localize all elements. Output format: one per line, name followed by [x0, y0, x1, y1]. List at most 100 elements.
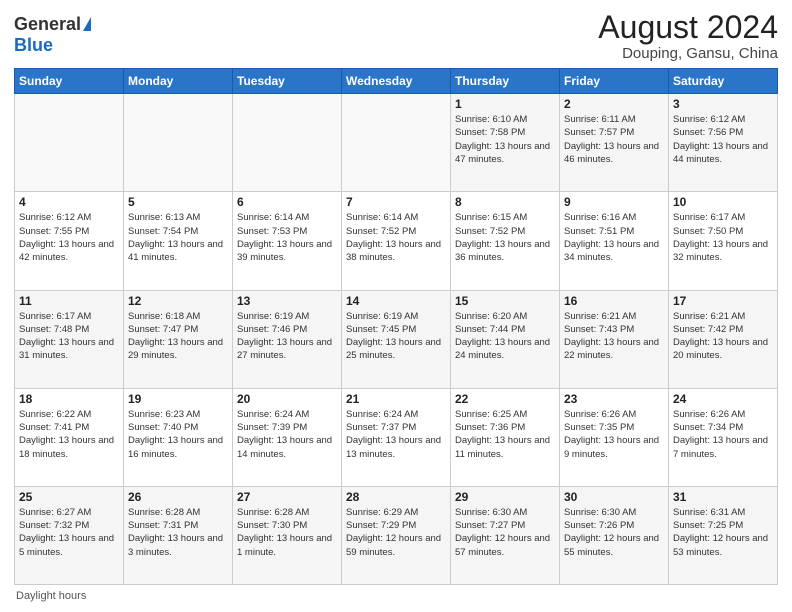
calendar-cell: 20 Sunrise: 6:24 AM Sunset: 7:39 PM Dayli… [233, 388, 342, 486]
calendar-cell: 31 Sunrise: 6:31 AM Sunset: 7:25 PM Dayli… [669, 486, 778, 584]
day-info: Sunrise: 6:21 AM Sunset: 7:43 PM Dayligh… [564, 310, 664, 363]
calendar-cell: 30Sunrise: 6:30 AM Sunset: 7:26 PM Dayli… [560, 486, 669, 584]
day-info: Sunrise: 6:17 AM Sunset: 7:48 PM Dayligh… [19, 310, 119, 363]
calendar-week-row: 4 Sunrise: 6:12 AM Sunset: 7:55 PM Daylig… [15, 192, 778, 290]
day-info: Sunrise: 6:27 AM Sunset: 7:32 PM Dayligh… [19, 506, 119, 559]
day-info: Sunrise: 6:26 AM Sunset: 7:34 PM Dayligh… [673, 408, 773, 461]
calendar-cell: 16 Sunrise: 6:21 AM Sunset: 7:43 PM Dayli… [560, 290, 669, 388]
day-number: 8 [455, 195, 555, 209]
day-number: 25 [19, 490, 119, 504]
calendar-cell [342, 94, 451, 192]
calendar-cell [124, 94, 233, 192]
day-info: Sunrise: 6:23 AM Sunset: 7:40 PM Dayligh… [128, 408, 228, 461]
calendar-header: SundayMondayTuesdayWednesdayThursdayFrid… [15, 69, 778, 94]
day-number: 28 [346, 490, 446, 504]
day-number: 2 [564, 97, 664, 111]
day-number: 5 [128, 195, 228, 209]
day-number: 3 [673, 97, 773, 111]
subtitle: Douping, Gansu, China [598, 45, 778, 62]
day-info: Sunrise: 6:17 AM Sunset: 7:50 PM Dayligh… [673, 211, 773, 264]
header-row: SundayMondayTuesdayWednesdayThursdayFrid… [15, 69, 778, 94]
day-of-week-header: Tuesday [233, 69, 342, 94]
day-number: 17 [673, 294, 773, 308]
calendar-cell: 13 Sunrise: 6:19 AM Sunset: 7:46 PM Dayli… [233, 290, 342, 388]
day-of-week-header: Saturday [669, 69, 778, 94]
day-number: 11 [19, 294, 119, 308]
day-number: 21 [346, 392, 446, 406]
calendar-table: SundayMondayTuesdayWednesdayThursdayFrid… [14, 68, 778, 585]
day-number: 15 [455, 294, 555, 308]
footer: Daylight hours [14, 590, 778, 602]
main-title: August 2024 [598, 10, 778, 45]
logo-triangle-icon [83, 17, 91, 31]
calendar-cell [15, 94, 124, 192]
calendar-cell: 12Sunrise: 6:18 AM Sunset: 7:47 PM Dayli… [124, 290, 233, 388]
day-info: Sunrise: 6:31 AM Sunset: 7:25 PM Dayligh… [673, 506, 773, 559]
header: General Blue August 2024 Douping, Gansu,… [14, 10, 778, 62]
calendar-cell: 2Sunrise: 6:11 AM Sunset: 7:57 PM Daylig… [560, 94, 669, 192]
day-info: Sunrise: 6:12 AM Sunset: 7:55 PM Dayligh… [19, 211, 119, 264]
day-number: 27 [237, 490, 337, 504]
day-info: Sunrise: 6:22 AM Sunset: 7:41 PM Dayligh… [19, 408, 119, 461]
calendar-cell: 24 Sunrise: 6:26 AM Sunset: 7:34 PM Dayli… [669, 388, 778, 486]
calendar-cell: 3Sunrise: 6:12 AM Sunset: 7:56 PM Daylig… [669, 94, 778, 192]
day-info: Sunrise: 6:20 AM Sunset: 7:44 PM Dayligh… [455, 310, 555, 363]
day-of-week-header: Friday [560, 69, 669, 94]
calendar-cell: 28 Sunrise: 6:29 AM Sunset: 7:29 PM Dayli… [342, 486, 451, 584]
day-of-week-header: Sunday [15, 69, 124, 94]
day-number: 20 [237, 392, 337, 406]
page: General Blue August 2024 Douping, Gansu,… [0, 0, 792, 612]
day-number: 14 [346, 294, 446, 308]
calendar-cell: 18 Sunrise: 6:22 AM Sunset: 7:41 PM Dayli… [15, 388, 124, 486]
day-number: 4 [19, 195, 119, 209]
day-number: 13 [237, 294, 337, 308]
day-number: 18 [19, 392, 119, 406]
calendar-body: 1 Sunrise: 6:10 AM Sunset: 7:58 PM Daylig… [15, 94, 778, 585]
title-block: August 2024 Douping, Gansu, China [598, 10, 778, 62]
day-info: Sunrise: 6:28 AM Sunset: 7:30 PM Dayligh… [237, 506, 337, 559]
day-number: 23 [564, 392, 664, 406]
calendar-cell: 5 Sunrise: 6:13 AM Sunset: 7:54 PM Daylig… [124, 192, 233, 290]
day-number: 30 [564, 490, 664, 504]
logo: General Blue [14, 14, 91, 56]
day-info: Sunrise: 6:26 AM Sunset: 7:35 PM Dayligh… [564, 408, 664, 461]
calendar-week-row: 25 Sunrise: 6:27 AM Sunset: 7:32 PM Dayli… [15, 486, 778, 584]
day-info: Sunrise: 6:19 AM Sunset: 7:45 PM Dayligh… [346, 310, 446, 363]
calendar-week-row: 1 Sunrise: 6:10 AM Sunset: 7:58 PM Daylig… [15, 94, 778, 192]
day-info: Sunrise: 6:21 AM Sunset: 7:42 PM Dayligh… [673, 310, 773, 363]
day-number: 7 [346, 195, 446, 209]
day-of-week-header: Monday [124, 69, 233, 94]
day-of-week-header: Wednesday [342, 69, 451, 94]
logo-general-text: General [14, 14, 81, 35]
logo-blue-text: Blue [14, 35, 53, 56]
day-info: Sunrise: 6:10 AM Sunset: 7:58 PM Dayligh… [455, 113, 555, 166]
calendar-cell: 26Sunrise: 6:28 AM Sunset: 7:31 PM Dayli… [124, 486, 233, 584]
day-number: 29 [455, 490, 555, 504]
day-number: 1 [455, 97, 555, 111]
day-number: 16 [564, 294, 664, 308]
day-info: Sunrise: 6:29 AM Sunset: 7:29 PM Dayligh… [346, 506, 446, 559]
calendar-week-row: 18 Sunrise: 6:22 AM Sunset: 7:41 PM Dayli… [15, 388, 778, 486]
calendar-cell: 17 Sunrise: 6:21 AM Sunset: 7:42 PM Dayli… [669, 290, 778, 388]
day-info: Sunrise: 6:19 AM Sunset: 7:46 PM Dayligh… [237, 310, 337, 363]
day-info: Sunrise: 6:15 AM Sunset: 7:52 PM Dayligh… [455, 211, 555, 264]
calendar-cell: 23 Sunrise: 6:26 AM Sunset: 7:35 PM Dayli… [560, 388, 669, 486]
calendar-cell: 29Sunrise: 6:30 AM Sunset: 7:27 PM Dayli… [451, 486, 560, 584]
day-number: 9 [564, 195, 664, 209]
day-number: 12 [128, 294, 228, 308]
day-info: Sunrise: 6:13 AM Sunset: 7:54 PM Dayligh… [128, 211, 228, 264]
day-info: Sunrise: 6:24 AM Sunset: 7:37 PM Dayligh… [346, 408, 446, 461]
calendar-cell: 7Sunrise: 6:14 AM Sunset: 7:52 PM Daylig… [342, 192, 451, 290]
calendar-week-row: 11 Sunrise: 6:17 AM Sunset: 7:48 PM Dayli… [15, 290, 778, 388]
day-info: Sunrise: 6:25 AM Sunset: 7:36 PM Dayligh… [455, 408, 555, 461]
calendar-cell: 27 Sunrise: 6:28 AM Sunset: 7:30 PM Dayli… [233, 486, 342, 584]
daylight-label: Daylight hours [16, 590, 86, 602]
calendar-cell: 11 Sunrise: 6:17 AM Sunset: 7:48 PM Dayli… [15, 290, 124, 388]
day-number: 10 [673, 195, 773, 209]
day-number: 24 [673, 392, 773, 406]
day-number: 31 [673, 490, 773, 504]
calendar-cell: 10 Sunrise: 6:17 AM Sunset: 7:50 PM Dayli… [669, 192, 778, 290]
day-info: Sunrise: 6:24 AM Sunset: 7:39 PM Dayligh… [237, 408, 337, 461]
day-info: Sunrise: 6:16 AM Sunset: 7:51 PM Dayligh… [564, 211, 664, 264]
calendar-cell: 19Sunrise: 6:23 AM Sunset: 7:40 PM Dayli… [124, 388, 233, 486]
